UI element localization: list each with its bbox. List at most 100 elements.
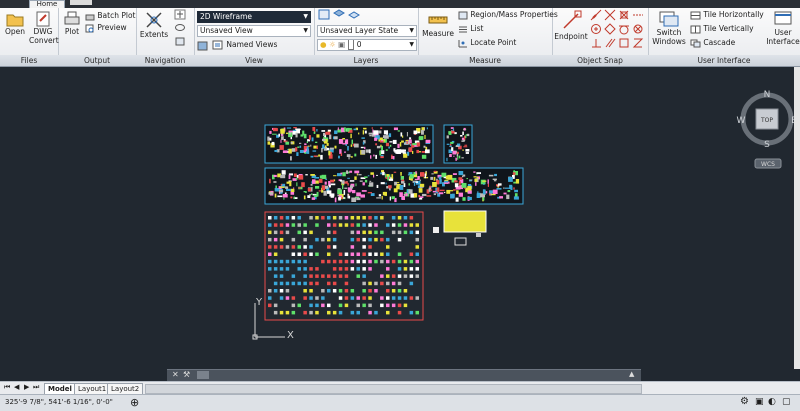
drawing-entity: [418, 136, 423, 141]
block-entity: [362, 303, 366, 308]
snap-intersection-icon[interactable]: [604, 9, 617, 24]
preview-button[interactable]: Preview: [85, 23, 127, 33]
close-icon[interactable]: ✕: [172, 370, 179, 379]
drawing-entity: [438, 176, 442, 180]
block-entity: [344, 281, 349, 286]
vertical-scrollbar[interactable]: [794, 67, 800, 369]
drawing-entity: [347, 182, 349, 186]
open-button[interactable]: Open: [3, 11, 27, 36]
current-layer-value: 0: [356, 40, 362, 49]
drawing-entity: [457, 156, 459, 160]
block-entity: [332, 245, 337, 249]
region-mass-button[interactable]: Region/Mass Properties: [458, 10, 558, 20]
snap-node-icon[interactable]: [632, 23, 645, 38]
drawing-entity: [399, 142, 402, 147]
layer-state-dropdown[interactable]: Unsaved Layer State ▼: [317, 25, 417, 37]
drawing-entity: [281, 170, 286, 175]
view-cube-toggle-icon[interactable]: [197, 40, 209, 54]
settings-icon[interactable]: ⚙: [740, 396, 749, 407]
drawing-entity: [269, 178, 271, 184]
plot-button[interactable]: Plot: [61, 11, 83, 36]
layer-properties-icon[interactable]: [318, 9, 330, 23]
drawing-entity: [444, 191, 446, 193]
switch-windows-button[interactable]: Switch Windows: [650, 10, 688, 46]
snap-midpoint-icon[interactable]: [590, 9, 603, 24]
drawing-entity: [286, 181, 292, 184]
list-button[interactable]: List: [458, 24, 484, 34]
block-entity: [409, 230, 414, 235]
visual-style-dropdown[interactable]: 2D Wireframe ▼: [197, 11, 311, 23]
snap-center-icon[interactable]: [590, 23, 603, 38]
named-views-icon: [212, 40, 223, 50]
block-entity: [368, 303, 372, 308]
drawing-entity: [281, 136, 284, 140]
view-controls-icon[interactable]: [174, 36, 186, 50]
tile-vertically-button[interactable]: Tile Vertically: [690, 24, 754, 34]
drawing-entity: [494, 173, 497, 177]
snap-apparent-icon[interactable]: [618, 9, 631, 24]
horizontal-scrollbar[interactable]: [145, 384, 642, 394]
block-entity: [362, 281, 366, 286]
user-interface-button[interactable]: User Interface: [766, 10, 800, 46]
drawing-entity: [449, 154, 452, 157]
drawing-entity: [293, 127, 297, 129]
snap-parallel-icon[interactable]: [604, 37, 617, 52]
dwg-convert-button[interactable]: DWG Convert: [29, 11, 59, 45]
drawing-entity: [466, 178, 468, 180]
drawing-entity: [347, 193, 349, 199]
grid-snap-icon[interactable]: ⊕: [130, 396, 139, 409]
drawing-canvas[interactable]: Y X TOP N S E W WCS: [4, 67, 797, 369]
layer-dropdown[interactable]: ● ☼ ▣ 0 ▼: [317, 39, 417, 51]
fullscreen-icon[interactable]: ▢: [782, 397, 791, 407]
block-entity: [291, 296, 296, 300]
block-entity: [344, 267, 349, 271]
drawing-entity: [454, 180, 458, 183]
user-label: User: [774, 28, 792, 37]
cascade-button[interactable]: Cascade: [690, 38, 735, 48]
saved-view-dropdown[interactable]: Unsaved View ▼: [197, 25, 311, 37]
command-prompt-icon[interactable]: [197, 371, 209, 379]
snap-extension-icon[interactable]: [632, 9, 645, 24]
tile-horizontally-button[interactable]: Tile Horizontally: [690, 10, 764, 20]
batch-plot-button[interactable]: Batch Plot: [85, 11, 135, 21]
tab-quick-access[interactable]: [70, 0, 92, 5]
isolate-icon[interactable]: ◐: [768, 397, 776, 407]
extents-button[interactable]: Extents: [138, 10, 170, 39]
block-entity: [356, 223, 360, 227]
tile-horizontally-icon: [690, 11, 701, 19]
drawing-entity: [299, 145, 302, 148]
locate-point-button[interactable]: Locate Point: [458, 38, 516, 48]
nav-next-icon[interactable]: ▶: [24, 383, 29, 391]
layer-state-icon[interactable]: [333, 9, 345, 23]
drawing-entity: [368, 132, 374, 135]
orbit-icon[interactable]: [174, 22, 186, 36]
snap-nearest-icon[interactable]: [632, 37, 645, 52]
lock-icon[interactable]: ▣: [755, 397, 764, 407]
pan-icon[interactable]: [174, 9, 186, 23]
drawing-entity: [270, 190, 274, 193]
snap-insertion-icon[interactable]: [618, 37, 631, 52]
wrench-icon[interactable]: ⚒: [183, 370, 190, 379]
drawing-entity: [497, 185, 499, 187]
viewcube[interactable]: TOP N S E W WCS: [734, 87, 800, 197]
layer-isolate-icon[interactable]: [348, 9, 360, 23]
drawing-entity: [416, 149, 419, 154]
drawing-entity: [296, 128, 301, 131]
tab-home[interactable]: Home: [29, 0, 65, 8]
named-views-button[interactable]: Named Views: [212, 40, 277, 50]
snap-quadrant-icon[interactable]: [604, 23, 617, 38]
block-entity: [268, 245, 272, 249]
measure-button[interactable]: Measure: [421, 11, 455, 38]
endpoint-button[interactable]: Endpoint: [554, 10, 588, 41]
nav-last-icon[interactable]: ⏭: [33, 383, 39, 392]
drawing-entity: [408, 147, 413, 153]
block-entity: [391, 296, 396, 300]
nav-prev-icon[interactable]: ◀: [14, 383, 19, 391]
snap-tangent-icon[interactable]: [618, 23, 631, 38]
block-entity: [350, 245, 355, 249]
block-entity: [315, 223, 319, 227]
nav-first-icon[interactable]: ⏮: [4, 383, 10, 392]
block-entity: [327, 281, 331, 286]
chevron-up-icon[interactable]: ▲: [629, 370, 634, 378]
snap-perpendicular-icon[interactable]: [590, 37, 603, 52]
